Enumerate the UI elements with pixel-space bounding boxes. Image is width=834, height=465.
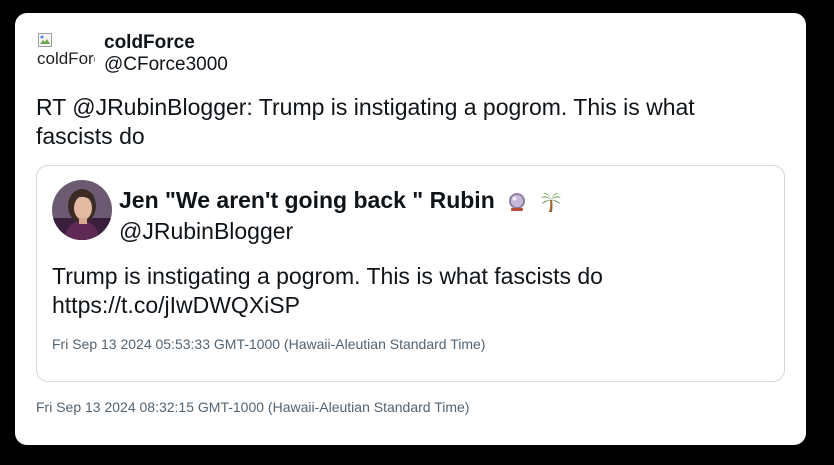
tweet-timestamp: Fri Sep 13 2024 08:32:15 GMT-1000 (Hawai… (36, 399, 470, 415)
broken-image-icon (38, 33, 52, 47)
quoted-tweet-text: Trump is instigating a pogrom. This is w… (52, 262, 762, 320)
quoted-tweet-timestamp: Fri Sep 13 2024 05:53:33 GMT-1000 (Hawai… (52, 336, 486, 352)
quoted-author-name-text: Jen "We aren't going back " Rubin (119, 187, 495, 213)
quoted-tweet[interactable]: Jen "We aren't going back " Rubin @JRubi… (36, 165, 785, 382)
avatar[interactable]: coldForce (37, 33, 95, 77)
tweet-card: coldForce coldForce @CForce3000 RT @JRub… (15, 13, 806, 445)
author-handle[interactable]: @CForce3000 (104, 54, 228, 76)
author-name[interactable]: coldForce (104, 32, 195, 54)
quoted-author-handle[interactable]: @JRubinBlogger (119, 217, 293, 245)
avatar-alt-text: coldForce (37, 49, 95, 68)
quoted-author-name[interactable]: Jen "We aren't going back " Rubin (119, 186, 562, 214)
palm-tree-icon (540, 192, 561, 212)
crystal-ball-icon (509, 192, 526, 211)
quoted-tweet-link[interactable]: https://t.co/jIwDWQXiSP (52, 291, 762, 320)
profile-photo-icon (52, 180, 112, 240)
tweet-text: RT @JRubinBlogger: Trump is instigating … (36, 94, 695, 149)
quoted-author-avatar[interactable] (52, 180, 112, 240)
quoted-tweet-text-line: Trump is instigating a pogrom. This is w… (52, 263, 603, 289)
